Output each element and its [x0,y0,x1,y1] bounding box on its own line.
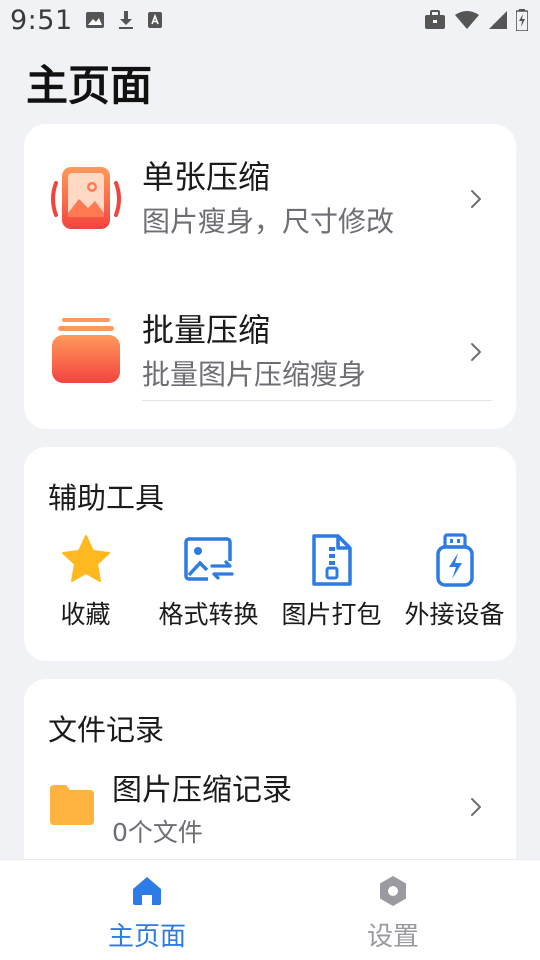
bottom-nav: 主页面 设置 [0,859,540,960]
tools-card: 辅助工具 收藏 格式转换 图片打包 外接设备 [24,447,516,661]
tool-label: 格式转换 [158,600,259,629]
chevron-right-icon [471,343,481,361]
record-title: 图片压缩记录 [112,773,292,808]
chevron-right-icon [471,190,481,208]
nav-settings[interactable]: 设置 [293,874,493,953]
folder-icon [50,785,94,825]
keyboard-a-icon [147,11,163,29]
tool-image-pack[interactable]: 图片打包 [270,533,393,633]
image-compress-icon [51,167,121,229]
battery-charging-icon [516,9,528,31]
batch-compress-title: 批量压缩 [142,311,271,349]
records-section-title: 文件记录 [48,713,165,747]
tool-label: 图片打包 [281,600,382,629]
page-title: 主页面 [26,61,153,110]
tool-favorites[interactable]: 收藏 [24,533,147,633]
batch-compress-text: 批量压缩 批量图片压缩瘦身 [142,310,366,394]
record-row-image-compress[interactable]: 图片压缩记录 0个文件 [24,761,516,861]
single-compress-text: 单张压缩 图片瘦身，尺寸修改 [142,157,394,241]
batch-compress-subtitle: 批量图片压缩瘦身 [142,358,367,391]
batch-compress-row[interactable]: 批量压缩 批量图片压缩瘦身 [24,277,516,427]
single-compress-title: 单张压缩 [142,158,271,196]
nav-home-label: 主页面 [107,922,186,952]
status-time: 9:51 [10,4,73,36]
tool-format-convert[interactable]: 格式转换 [147,533,270,633]
image-convert-icon [182,533,236,587]
home-icon [133,877,161,905]
settings-icon [380,876,406,906]
record-file-count: 0个文件 [112,818,203,847]
wifi-icon [454,10,480,30]
tool-external-device[interactable]: 外接设备 [393,533,516,633]
signal-icon [488,10,508,30]
usb-device-icon [428,533,482,587]
zip-file-icon [305,533,359,587]
tools-section-title: 辅助工具 [48,481,165,515]
single-compress-row[interactable]: 单张压缩 图片瘦身，尺寸修改 [24,124,516,274]
status-bar: 9:51 [0,0,540,40]
chevron-right-icon [471,798,481,816]
records-card: 文件记录 图片压缩记录 0个文件 [24,679,516,879]
compress-card: 单张压缩 图片瘦身，尺寸修改 批量压缩 批量图片压缩瘦身 [24,124,516,429]
briefcase-icon [424,10,446,30]
nav-settings-label: 设置 [366,922,419,952]
tools-grid: 收藏 格式转换 图片打包 外接设备 [24,533,516,633]
single-compress-subtitle: 图片瘦身，尺寸修改 [142,205,395,238]
image-icon [85,11,105,29]
nav-home[interactable]: 主页面 [47,874,247,953]
download-icon [117,10,135,30]
star-icon [59,533,113,587]
tool-label: 外接设备 [404,600,505,629]
batch-stack-icon [52,318,120,383]
tool-label: 收藏 [60,600,111,629]
